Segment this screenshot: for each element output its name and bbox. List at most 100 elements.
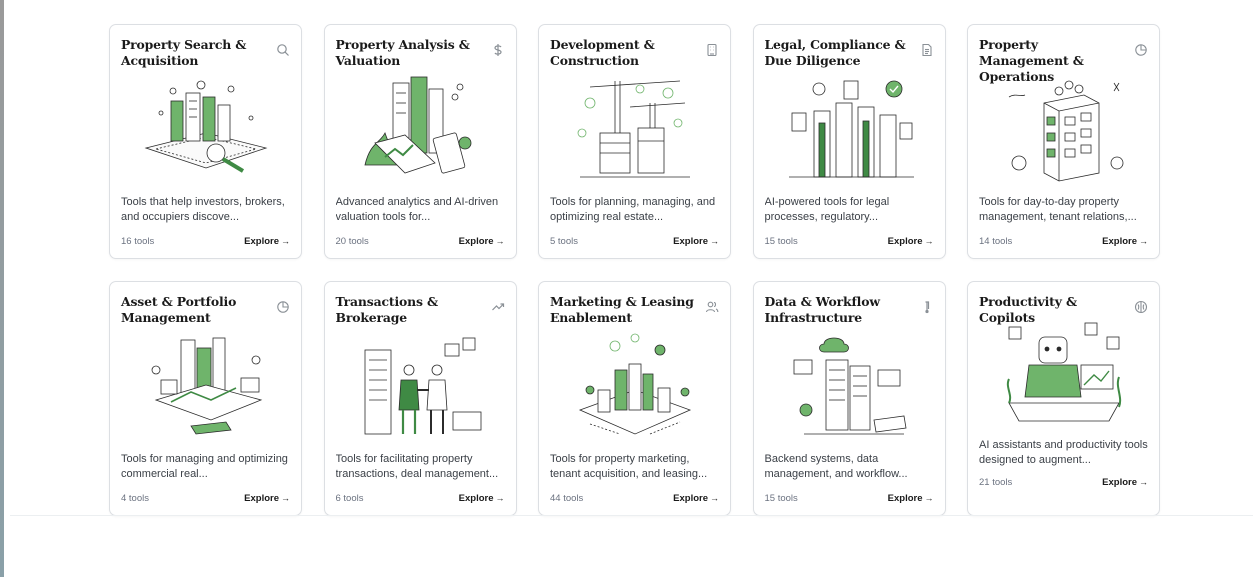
card-title: Asset & Portfolio Management [121,294,237,325]
asset-portfolio-illustration [121,329,290,445]
arrow-right-icon: → [281,493,290,503]
tool-count: 14 tools [979,236,1013,247]
explore-label: Explore [244,493,279,504]
category-card-property-analysis[interactable]: Property Analysis & Valuation Advanced a… [323,24,517,259]
explore-label: Explore [673,493,708,504]
arrow-right-icon: → [924,236,934,246]
category-card-marketing-leasing[interactable]: Marketing & Leasing Enablement Tools for… [538,281,731,516]
explore-link[interactable]: Explore → [888,236,934,247]
card-footer: 4 tools Explore → [121,493,290,504]
card-footer: 15 tools Explore → [765,493,934,504]
explore-label: Explore [1102,477,1137,488]
explore-label: Explore [1102,236,1137,247]
explore-link[interactable]: Explore → [459,493,505,504]
data-workflow-illustration [765,329,934,445]
explore-label: Explore [244,236,279,247]
explore-label: Explore [887,493,923,504]
card-footer: 14 tools Explore → [979,236,1148,247]
category-card-asset-portfolio[interactable]: Asset & Portfolio Management Tools for m… [109,281,302,516]
card-description: Tools for property marketing, tenant acq… [550,453,708,480]
card-footer: 44 tools Explore → [550,493,719,504]
arrow-right-icon: → [1139,477,1148,487]
explore-link[interactable]: Explore → [673,493,719,504]
card-description: AI-powered tools for legal processes, re… [764,196,890,223]
trending-up-icon [491,300,505,314]
category-card-property-management[interactable]: Property Management & Operations Tools f… [967,24,1160,259]
tool-count: 15 tools [764,493,798,504]
building-icon [705,43,719,57]
legal-compliance-illustration [765,72,934,188]
card-title: Productivity & Copilots [979,294,1077,325]
search-icon [276,43,290,57]
category-card-transactions-brokerage[interactable]: Transactions & Brokerage Tools for facil… [323,281,517,516]
tool-count: 5 tools [550,236,578,247]
card-description: Advanced analytics and AI-driven valuati… [335,196,499,223]
category-grid: Property Search & Acquisition Tools that… [109,24,1160,516]
explore-link[interactable]: Explore → [1102,236,1148,247]
card-title: Data & Workflow Infrastructure [764,294,880,325]
card-footer: 21 tools Explore → [979,477,1148,488]
arrow-right-icon: → [710,236,719,246]
card-description: Tools for managing and optimizing commer… [121,453,288,480]
explore-link[interactable]: Explore → [1102,477,1148,488]
explore-label: Explore [887,236,923,247]
explore-link[interactable]: Explore → [244,236,290,247]
brain-icon [1134,300,1148,314]
arrow-right-icon: → [924,493,934,503]
property-search-illustration [121,72,290,188]
card-footer: 5 tools Explore → [550,236,719,247]
card-title: Marketing & Leasing Enablement [550,294,694,325]
card-description: Tools for planning, managing, and optimi… [550,196,716,223]
pie-chart-icon [1134,43,1148,57]
window-left-edge [0,0,4,577]
card-title: Legal, Compliance & Due Diligence [764,37,906,68]
card-description: Tools for day-to-day property management… [979,196,1137,223]
tool-count: 15 tools [764,236,798,247]
card-footer: 15 tools Explore → [765,236,934,247]
explore-link[interactable]: Explore → [888,493,934,504]
card-footer: 20 tools Explore → [336,236,505,247]
explore-label: Explore [458,493,494,504]
explore-link[interactable]: Explore → [244,493,290,504]
category-card-property-search[interactable]: Property Search & Acquisition Tools that… [109,24,302,259]
card-description: Tools that help investors, brokers, and … [121,196,285,223]
arrow-right-icon: → [710,493,719,503]
document-icon [920,43,934,57]
category-card-productivity-copilots[interactable]: Productivity & Copilots AI assistants an… [967,281,1160,516]
development-construction-illustration [550,72,719,188]
transactions-brokerage-illustration [336,329,505,445]
card-description: Tools for facilitating property transact… [335,453,499,480]
category-card-data-workflow[interactable]: Data & Workflow Infrastructure Backend s… [752,281,946,516]
arrow-right-icon: → [495,236,505,246]
tool-count: 20 tools [335,236,369,247]
users-icon [705,300,719,314]
category-card-development-construction[interactable]: Development & Construction Tools for pla… [538,24,731,259]
card-footer: 6 tools Explore → [336,493,505,504]
explore-link[interactable]: Explore → [459,236,505,247]
tool-count: 6 tools [335,493,364,504]
arrow-right-icon: → [1139,236,1148,246]
pie-chart-icon [276,300,290,314]
thermometer-icon [920,300,934,314]
section-divider [10,515,1253,516]
dollar-icon [491,43,505,57]
property-management-illustration [979,72,1148,188]
category-card-legal-compliance[interactable]: Legal, Compliance & Due Diligence AI-pow… [752,24,946,259]
tool-count: 21 tools [979,477,1013,488]
tool-count: 16 tools [121,236,155,247]
tool-count: 4 tools [121,493,149,504]
explore-label: Explore [673,236,708,247]
card-title: Property Management & Operations [979,37,1084,84]
card-title: Property Analysis & Valuation [335,37,470,68]
card-description: Backend systems, data management, and wo… [764,453,908,480]
arrow-right-icon: → [495,493,505,503]
explore-label: Explore [458,236,494,247]
arrow-right-icon: → [281,236,290,246]
card-description: AI assistants and productivity tools des… [979,439,1148,466]
marketing-leasing-illustration [550,329,719,445]
card-footer: 16 tools Explore → [121,236,290,247]
explore-link[interactable]: Explore → [673,236,719,247]
card-title: Development & Construction [550,37,655,68]
card-title: Transactions & Brokerage [335,294,439,325]
card-title: Property Search & Acquisition [121,37,247,68]
